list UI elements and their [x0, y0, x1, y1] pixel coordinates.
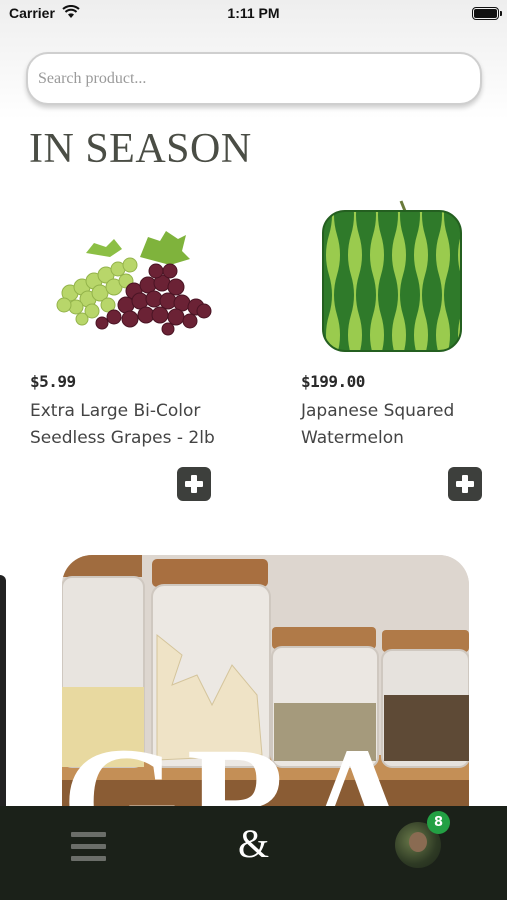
product-name: Extra Large Bi-Color Seedless Grapes - 2… — [30, 401, 215, 448]
status-time: 1:11 PM — [227, 5, 280, 21]
banner-overlay-text: GRA — [62, 717, 420, 810]
battery-icon — [472, 7, 502, 20]
previous-banner-edge — [0, 575, 6, 810]
status-bar: Carrier 1:11 PM — [0, 0, 507, 28]
add-to-cart-button[interactable] — [448, 467, 482, 501]
product-name: Japanese Squared Watermelon — [301, 401, 455, 448]
product-card-watermelon[interactable]: $199.00 Japanese Squared Watermelon — [301, 195, 501, 510]
product-card-grapes[interactable]: $5.99 Extra Large Bi-Color Seedless Grap… — [30, 195, 230, 510]
search-input[interactable] — [38, 66, 458, 92]
add-to-cart-button[interactable] — [177, 467, 211, 501]
product-price: $5.99 — [30, 372, 76, 391]
grapes-image — [56, 231, 212, 336]
notification-badge: 8 — [427, 811, 450, 834]
category-banner[interactable]: GRA — [62, 555, 469, 810]
product-price: $199.00 — [301, 372, 365, 391]
section-title: IN SEASON — [29, 126, 252, 172]
search-bar — [26, 52, 482, 105]
watermelon-image — [322, 200, 462, 352]
